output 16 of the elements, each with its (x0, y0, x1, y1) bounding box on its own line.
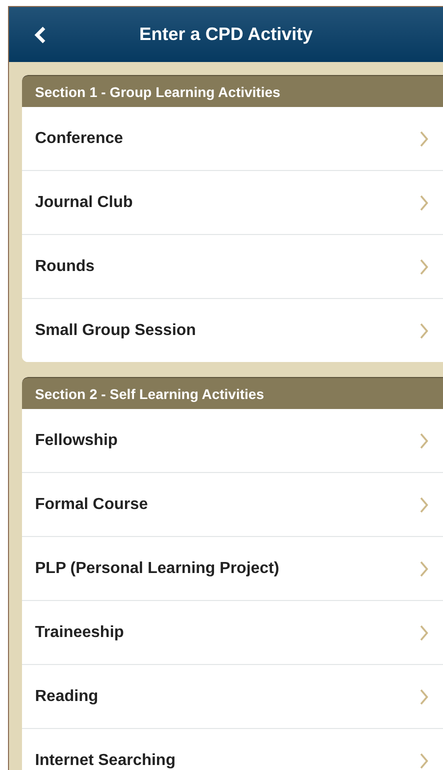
activity-item[interactable]: Internet Searching (22, 728, 443, 770)
chevron-right-icon (419, 496, 429, 512)
back-icon (34, 26, 46, 44)
activity-item[interactable]: Small Group Session (22, 298, 443, 362)
chevron-right-icon (419, 258, 429, 274)
chevron-right-icon (419, 688, 429, 704)
chevron-right-icon (419, 130, 429, 146)
screen-title: Enter a CPD Activity (138, 24, 314, 45)
chevron-right-icon (419, 194, 429, 210)
chevron-right-icon (419, 322, 429, 338)
section-header: Section 1 - Group Learning Activities (22, 75, 443, 107)
chevron-right-icon (419, 560, 429, 576)
chevron-right-icon (419, 752, 429, 768)
chevron-right-icon (419, 432, 429, 448)
chevron-right-icon (419, 624, 429, 640)
section-header: Section 2 - Self Learning Activities (22, 377, 443, 409)
